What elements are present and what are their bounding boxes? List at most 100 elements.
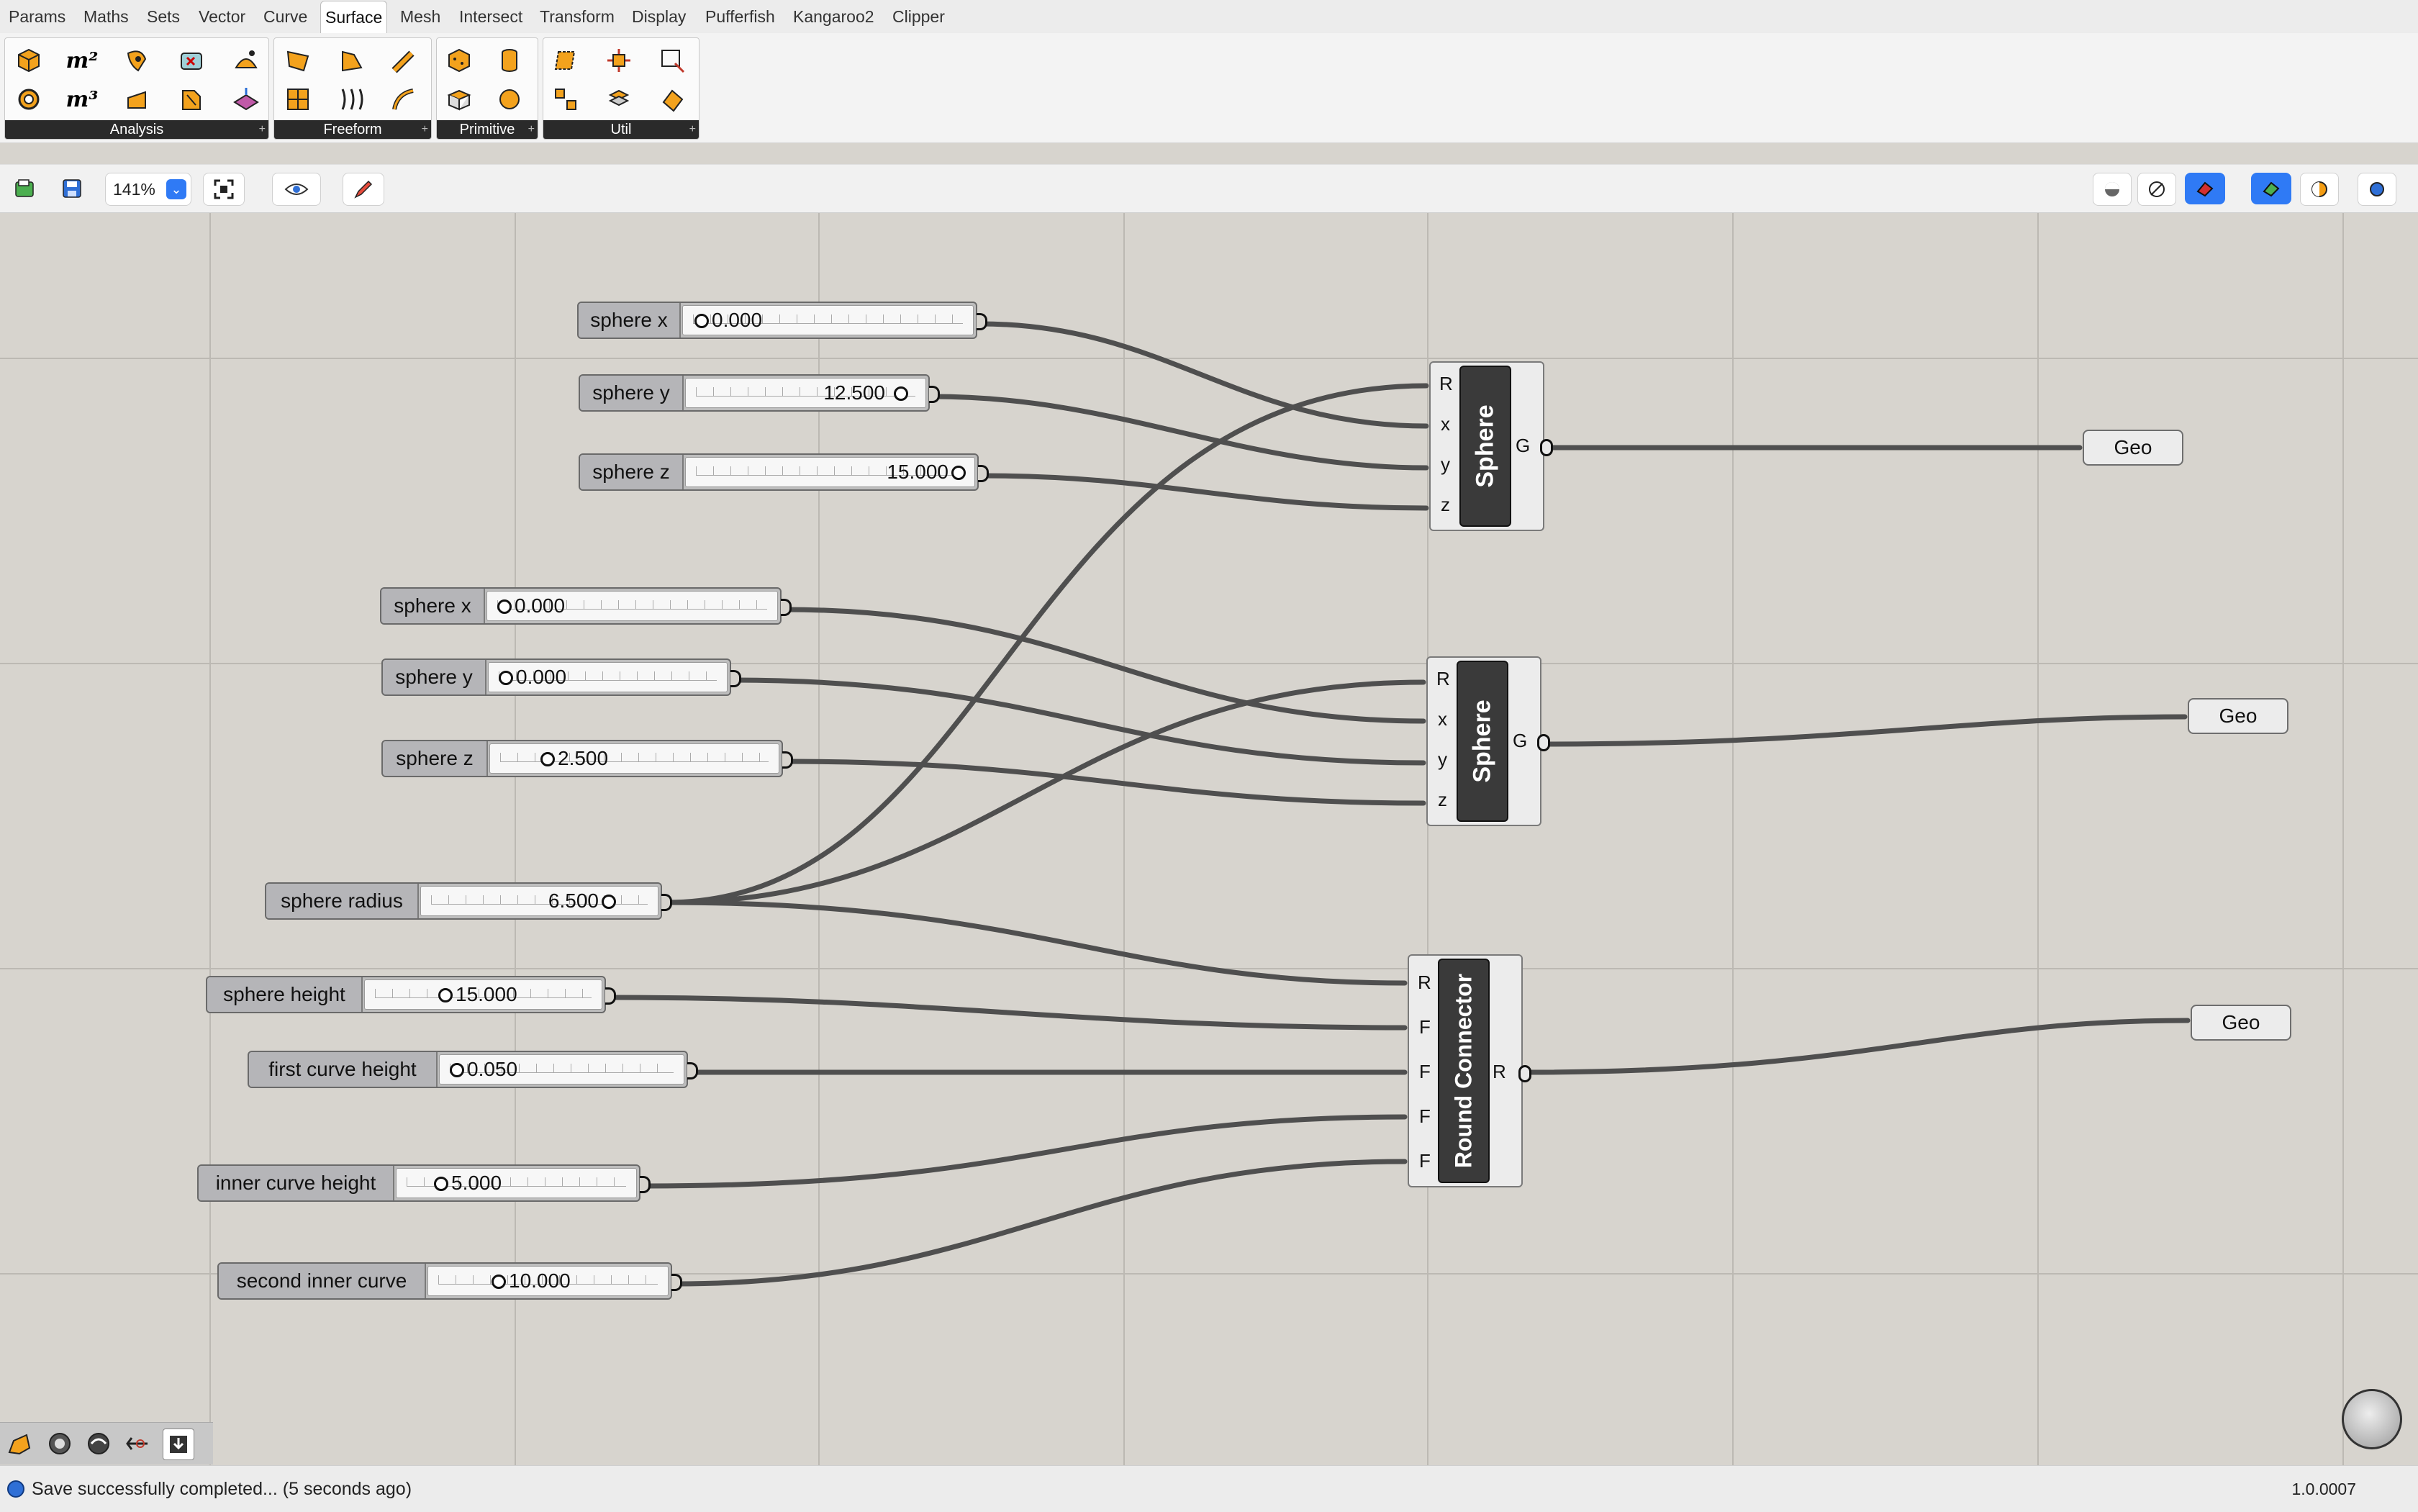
sketch-pen-icon[interactable] — [343, 173, 384, 206]
output-port[interactable] — [1518, 1065, 1531, 1082]
number-slider-sphere-z[interactable]: sphere z 15.000 — [579, 453, 989, 491]
tab-maths[interactable]: Maths — [83, 0, 129, 33]
input-pin-z[interactable]: z — [1438, 789, 1447, 811]
number-slider-sphere-x-2[interactable]: sphere x 0.000 — [380, 587, 792, 625]
number-slider-sphere-height[interactable]: sphere height 15.000 — [206, 976, 616, 1013]
copy-trim-icon[interactable] — [549, 44, 582, 77]
expand-icon[interactable]: + — [689, 120, 696, 139]
number-slider-sphere-x[interactable]: sphere x 0.000 — [577, 302, 987, 339]
slider-track[interactable]: 0.050 — [439, 1054, 684, 1085]
slider-track[interactable]: 0.000 — [488, 662, 728, 692]
surface-closest-icon[interactable] — [175, 44, 208, 77]
expand-icon[interactable]: + — [259, 120, 266, 139]
osculating-icon[interactable] — [175, 83, 208, 116]
tab-vector[interactable]: Vector — [199, 0, 245, 33]
number-slider-sphere-radius[interactable]: sphere radius 6.500 — [265, 882, 672, 920]
wire-display-icon[interactable] — [122, 1429, 153, 1459]
brep-closest-icon[interactable] — [230, 44, 263, 77]
slider-grip[interactable] — [450, 1063, 464, 1077]
retrim-icon[interactable] — [656, 44, 689, 77]
slider-track[interactable]: 0.000 — [682, 305, 974, 335]
output-pin-g[interactable]: G — [1516, 435, 1530, 457]
geometry-param[interactable]: Geo — [2083, 430, 2183, 466]
expand-icon[interactable]: + — [528, 120, 535, 139]
number-slider-sphere-y[interactable]: sphere y 12.500 — [579, 374, 940, 412]
slider-track[interactable]: 10.000 — [427, 1266, 669, 1296]
slider-track[interactable]: 6.500 — [420, 886, 658, 916]
input-pin-r[interactable]: R — [1439, 373, 1453, 395]
slider-grip[interactable] — [694, 314, 709, 328]
component-body[interactable]: Sphere — [1459, 366, 1511, 527]
input-pin-z[interactable]: z — [1441, 494, 1450, 516]
isotrim-icon[interactable] — [549, 83, 582, 116]
slider-track[interactable]: 15.000 — [685, 457, 975, 487]
area-icon[interactable]: m² — [65, 44, 99, 77]
slider-grip[interactable] — [438, 988, 453, 1002]
slider-track[interactable]: 0.000 — [486, 591, 778, 621]
zoom-extents-icon[interactable] — [203, 173, 245, 206]
display-mesh-icon[interactable] — [2251, 173, 2291, 204]
tab-display[interactable]: Display — [632, 0, 686, 33]
number-slider-first-curve-height[interactable]: first curve height 0.050 — [248, 1051, 698, 1088]
bounding-box-icon[interactable] — [443, 83, 476, 116]
eval-surface-icon[interactable] — [120, 44, 153, 77]
number-slider-sphere-z-2[interactable]: sphere z 2.500 — [381, 740, 793, 777]
tab-curve[interactable]: Curve — [263, 0, 307, 33]
slider-grip[interactable] — [540, 752, 555, 766]
tab-surface[interactable]: Surface — [320, 1, 388, 33]
cluster-icon[interactable] — [45, 1429, 75, 1459]
sphere-component-2[interactable]: R x y z Sphere G — [1426, 656, 1550, 826]
dimensions-icon[interactable] — [120, 83, 153, 116]
tab-transform[interactable]: Transform — [540, 0, 615, 33]
cylinder-icon[interactable] — [493, 44, 526, 77]
bake-icon[interactable] — [83, 1429, 114, 1459]
loft-icon[interactable] — [335, 83, 368, 116]
divide-domain-icon[interactable] — [602, 44, 635, 77]
slider-track[interactable]: 15.000 — [364, 979, 602, 1010]
input-pin-f[interactable]: F — [1419, 1016, 1431, 1038]
tab-sets[interactable]: Sets — [147, 0, 180, 33]
pipe-icon[interactable] — [388, 44, 421, 77]
tab-params[interactable]: Params — [9, 0, 65, 33]
number-slider-inner-curve-height[interactable]: inner curve height 5.000 — [197, 1164, 651, 1202]
navigation-compass[interactable] — [2342, 1389, 2402, 1449]
number-slider-sphere-y-2[interactable]: sphere y 0.000 — [381, 658, 741, 696]
sphere-icon[interactable] — [493, 83, 526, 116]
slider-grip[interactable] — [894, 386, 908, 401]
preview-wireframe-icon[interactable] — [2137, 173, 2176, 206]
box-icon[interactable] — [443, 44, 476, 77]
slider-grip[interactable] — [492, 1275, 506, 1289]
slider-grip[interactable] — [951, 466, 966, 480]
tab-clipper[interactable]: Clipper — [892, 0, 945, 33]
boundary-surface-icon[interactable] — [281, 44, 314, 77]
brep-join-icon[interactable] — [602, 83, 635, 116]
display-material-icon[interactable] — [2300, 173, 2339, 206]
output-port[interactable] — [1540, 439, 1553, 456]
slider-grip[interactable] — [602, 895, 616, 909]
offset-surface-icon[interactable] — [656, 83, 689, 116]
input-pin-y[interactable]: y — [1441, 453, 1450, 476]
plane-icon[interactable] — [230, 83, 263, 116]
render-settings-icon[interactable] — [2358, 173, 2396, 206]
component-body[interactable]: Round Connector — [1438, 959, 1490, 1183]
sketch-icon[interactable] — [4, 1429, 35, 1459]
geometry-param[interactable]: Geo — [2188, 698, 2288, 734]
number-slider-second-inner-curve[interactable]: second inner curve 10.000 — [217, 1262, 682, 1300]
extrude-icon[interactable] — [335, 44, 368, 77]
grasshopper-canvas[interactable]: sphere x 0.000 sphere y 12.500 sphere z … — [0, 213, 2418, 1465]
geometry-param[interactable]: Geo — [2191, 1005, 2291, 1041]
round-connector-component[interactable]: R F F F F Round Connector R — [1408, 954, 1531, 1187]
network-surface-icon[interactable] — [281, 83, 314, 116]
input-pin-f[interactable]: F — [1419, 1150, 1431, 1172]
input-pin-f[interactable]: F — [1419, 1105, 1431, 1128]
box-properties-icon[interactable] — [12, 44, 45, 77]
deviation-icon[interactable] — [12, 83, 45, 116]
component-body[interactable]: Sphere — [1457, 661, 1508, 822]
zoom-select[interactable]: 141% ⌄ — [105, 173, 191, 206]
slider-track[interactable]: 2.500 — [489, 743, 779, 774]
slider-track[interactable]: 5.000 — [396, 1168, 637, 1198]
open-file-icon[interactable] — [9, 173, 40, 204]
output-port[interactable] — [1537, 734, 1550, 751]
input-pin-x[interactable]: x — [1438, 708, 1447, 730]
tab-pufferfish[interactable]: Pufferfish — [705, 0, 775, 33]
